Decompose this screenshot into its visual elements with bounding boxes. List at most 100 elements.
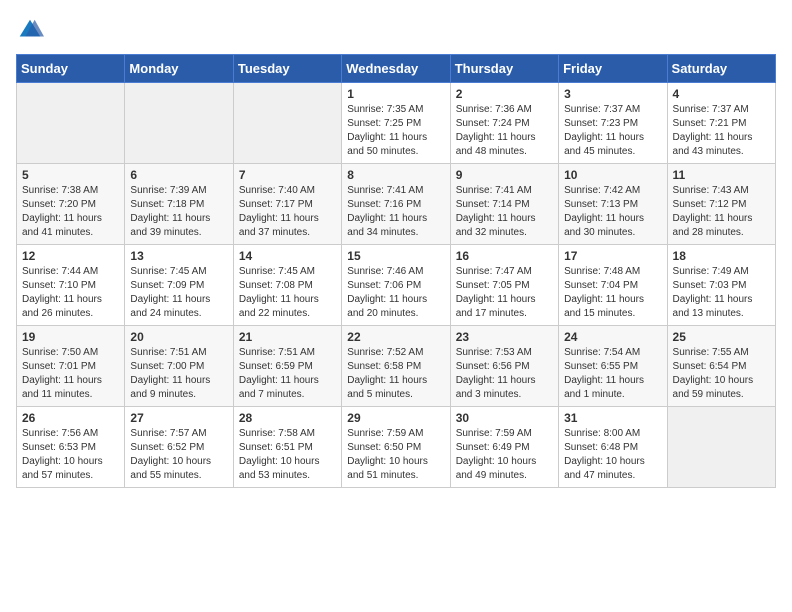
day-info: Sunrise: 7:57 AM Sunset: 6:52 PM Dayligh… bbox=[130, 427, 227, 483]
logo-icon bbox=[16, 16, 44, 44]
day-info: Sunrise: 7:38 AM Sunset: 7:20 PM Dayligh… bbox=[22, 184, 119, 240]
day-info: Sunrise: 7:35 AM Sunset: 7:25 PM Dayligh… bbox=[347, 103, 444, 159]
day-info: Sunrise: 7:55 AM Sunset: 6:54 PM Dayligh… bbox=[673, 346, 770, 402]
day-number: 29 bbox=[347, 411, 444, 425]
day-number: 15 bbox=[347, 249, 444, 263]
day-info: Sunrise: 7:53 AM Sunset: 6:56 PM Dayligh… bbox=[456, 346, 553, 402]
day-info: Sunrise: 7:40 AM Sunset: 7:17 PM Dayligh… bbox=[239, 184, 336, 240]
calendar-week-row: 1 Sunrise: 7:35 AM Sunset: 7:25 PM Daylig… bbox=[17, 83, 776, 164]
weekday-header: Saturday bbox=[667, 55, 775, 83]
day-info: Sunrise: 7:51 AM Sunset: 7:00 PM Dayligh… bbox=[130, 346, 227, 402]
calendar-cell: 20 Sunrise: 7:51 AM Sunset: 7:00 PM Dayli… bbox=[125, 326, 233, 407]
day-number: 23 bbox=[456, 330, 553, 344]
day-info: Sunrise: 7:49 AM Sunset: 7:03 PM Dayligh… bbox=[673, 265, 770, 321]
day-number: 3 bbox=[564, 87, 661, 101]
calendar-cell: 5 Sunrise: 7:38 AM Sunset: 7:20 PM Daylig… bbox=[17, 164, 125, 245]
day-number: 10 bbox=[564, 168, 661, 182]
calendar-cell: 3 Sunrise: 7:37 AM Sunset: 7:23 PM Daylig… bbox=[559, 83, 667, 164]
calendar-cell: 24 Sunrise: 7:54 AM Sunset: 6:55 PM Dayli… bbox=[559, 326, 667, 407]
day-info: Sunrise: 7:48 AM Sunset: 7:04 PM Dayligh… bbox=[564, 265, 661, 321]
logo bbox=[16, 16, 48, 44]
calendar-table: SundayMondayTuesdayWednesdayThursdayFrid… bbox=[16, 54, 776, 488]
day-number: 13 bbox=[130, 249, 227, 263]
day-info: Sunrise: 7:39 AM Sunset: 7:18 PM Dayligh… bbox=[130, 184, 227, 240]
calendar-cell: 23 Sunrise: 7:53 AM Sunset: 6:56 PM Dayli… bbox=[450, 326, 558, 407]
weekday-header: Sunday bbox=[17, 55, 125, 83]
day-info: Sunrise: 7:51 AM Sunset: 6:59 PM Dayligh… bbox=[239, 346, 336, 402]
weekday-header: Tuesday bbox=[233, 55, 341, 83]
day-number: 21 bbox=[239, 330, 336, 344]
day-number: 18 bbox=[673, 249, 770, 263]
day-number: 30 bbox=[456, 411, 553, 425]
day-info: Sunrise: 7:43 AM Sunset: 7:12 PM Dayligh… bbox=[673, 184, 770, 240]
day-number: 17 bbox=[564, 249, 661, 263]
day-number: 19 bbox=[22, 330, 119, 344]
weekday-header: Wednesday bbox=[342, 55, 450, 83]
day-info: Sunrise: 7:36 AM Sunset: 7:24 PM Dayligh… bbox=[456, 103, 553, 159]
calendar-cell: 1 Sunrise: 7:35 AM Sunset: 7:25 PM Daylig… bbox=[342, 83, 450, 164]
calendar-cell: 8Sunrise: 7:41 AM Sunset: 7:16 PM Daylig… bbox=[342, 164, 450, 245]
day-number: 14 bbox=[239, 249, 336, 263]
calendar-cell: 2Sunrise: 7:36 AM Sunset: 7:24 PM Daylig… bbox=[450, 83, 558, 164]
calendar-cell: 25 Sunrise: 7:55 AM Sunset: 6:54 PM Dayli… bbox=[667, 326, 775, 407]
day-info: Sunrise: 7:50 AM Sunset: 7:01 PM Dayligh… bbox=[22, 346, 119, 402]
calendar-cell: 6Sunrise: 7:39 AM Sunset: 7:18 PM Daylig… bbox=[125, 164, 233, 245]
day-info: Sunrise: 7:47 AM Sunset: 7:05 PM Dayligh… bbox=[456, 265, 553, 321]
calendar-cell: 16 Sunrise: 7:47 AM Sunset: 7:05 PM Dayli… bbox=[450, 245, 558, 326]
calendar-cell: 7 Sunrise: 7:40 AM Sunset: 7:17 PM Daylig… bbox=[233, 164, 341, 245]
day-info: Sunrise: 7:58 AM Sunset: 6:51 PM Dayligh… bbox=[239, 427, 336, 483]
day-number: 25 bbox=[673, 330, 770, 344]
day-info: Sunrise: 7:37 AM Sunset: 7:23 PM Dayligh… bbox=[564, 103, 661, 159]
day-info: Sunrise: 7:52 AM Sunset: 6:58 PM Dayligh… bbox=[347, 346, 444, 402]
day-info: Sunrise: 7:41 AM Sunset: 7:14 PM Dayligh… bbox=[456, 184, 553, 240]
day-number: 4 bbox=[673, 87, 770, 101]
day-number: 12 bbox=[22, 249, 119, 263]
day-number: 16 bbox=[456, 249, 553, 263]
calendar-cell: 27 Sunrise: 7:57 AM Sunset: 6:52 PM Dayli… bbox=[125, 407, 233, 488]
calendar-cell: 31 Sunrise: 8:00 AM Sunset: 6:48 PM Dayli… bbox=[559, 407, 667, 488]
calendar-cell: 11 Sunrise: 7:43 AM Sunset: 7:12 PM Dayli… bbox=[667, 164, 775, 245]
calendar-header-row: SundayMondayTuesdayWednesdayThursdayFrid… bbox=[17, 55, 776, 83]
day-info: Sunrise: 7:45 AM Sunset: 7:08 PM Dayligh… bbox=[239, 265, 336, 321]
calendar-week-row: 12 Sunrise: 7:44 AM Sunset: 7:10 PM Dayli… bbox=[17, 245, 776, 326]
day-number: 8 bbox=[347, 168, 444, 182]
day-number: 9 bbox=[456, 168, 553, 182]
weekday-header: Friday bbox=[559, 55, 667, 83]
day-info: Sunrise: 7:44 AM Sunset: 7:10 PM Dayligh… bbox=[22, 265, 119, 321]
calendar-cell bbox=[125, 83, 233, 164]
calendar-cell: 14 Sunrise: 7:45 AM Sunset: 7:08 PM Dayli… bbox=[233, 245, 341, 326]
calendar-week-row: 5 Sunrise: 7:38 AM Sunset: 7:20 PM Daylig… bbox=[17, 164, 776, 245]
day-info: Sunrise: 8:00 AM Sunset: 6:48 PM Dayligh… bbox=[564, 427, 661, 483]
day-info: Sunrise: 7:46 AM Sunset: 7:06 PM Dayligh… bbox=[347, 265, 444, 321]
day-info: Sunrise: 7:56 AM Sunset: 6:53 PM Dayligh… bbox=[22, 427, 119, 483]
calendar-cell bbox=[667, 407, 775, 488]
day-number: 24 bbox=[564, 330, 661, 344]
calendar-cell: 19 Sunrise: 7:50 AM Sunset: 7:01 PM Dayli… bbox=[17, 326, 125, 407]
calendar-cell: 10Sunrise: 7:42 AM Sunset: 7:13 PM Dayli… bbox=[559, 164, 667, 245]
calendar-week-row: 26Sunrise: 7:56 AM Sunset: 6:53 PM Dayli… bbox=[17, 407, 776, 488]
day-number: 31 bbox=[564, 411, 661, 425]
calendar-cell: 22 Sunrise: 7:52 AM Sunset: 6:58 PM Dayli… bbox=[342, 326, 450, 407]
day-info: Sunrise: 7:45 AM Sunset: 7:09 PM Dayligh… bbox=[130, 265, 227, 321]
day-number: 5 bbox=[22, 168, 119, 182]
day-number: 22 bbox=[347, 330, 444, 344]
calendar-cell: 15 Sunrise: 7:46 AM Sunset: 7:06 PM Dayli… bbox=[342, 245, 450, 326]
day-number: 20 bbox=[130, 330, 227, 344]
day-number: 1 bbox=[347, 87, 444, 101]
day-number: 27 bbox=[130, 411, 227, 425]
weekday-header: Thursday bbox=[450, 55, 558, 83]
calendar-cell bbox=[233, 83, 341, 164]
day-info: Sunrise: 7:59 AM Sunset: 6:50 PM Dayligh… bbox=[347, 427, 444, 483]
calendar-cell: 13 Sunrise: 7:45 AM Sunset: 7:09 PM Dayli… bbox=[125, 245, 233, 326]
calendar-week-row: 19 Sunrise: 7:50 AM Sunset: 7:01 PM Dayli… bbox=[17, 326, 776, 407]
page-header bbox=[16, 16, 776, 44]
day-info: Sunrise: 7:54 AM Sunset: 6:55 PM Dayligh… bbox=[564, 346, 661, 402]
day-number: 7 bbox=[239, 168, 336, 182]
calendar-cell: 29 Sunrise: 7:59 AM Sunset: 6:50 PM Dayli… bbox=[342, 407, 450, 488]
weekday-header: Monday bbox=[125, 55, 233, 83]
calendar-cell: 18 Sunrise: 7:49 AM Sunset: 7:03 PM Dayli… bbox=[667, 245, 775, 326]
calendar-cell bbox=[17, 83, 125, 164]
day-number: 11 bbox=[673, 168, 770, 182]
calendar-cell: 17 Sunrise: 7:48 AM Sunset: 7:04 PM Dayli… bbox=[559, 245, 667, 326]
calendar-cell: 21 Sunrise: 7:51 AM Sunset: 6:59 PM Dayli… bbox=[233, 326, 341, 407]
